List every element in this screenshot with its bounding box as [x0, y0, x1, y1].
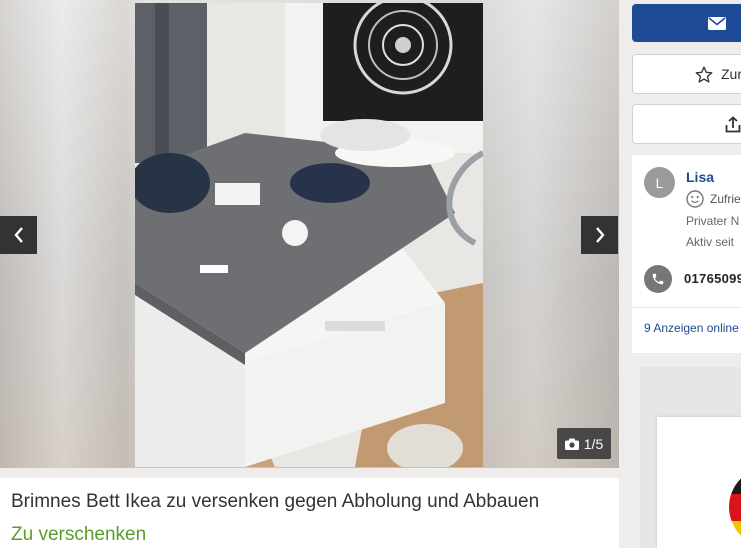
camera-icon	[564, 438, 579, 450]
seller-rating-text: Zufrie	[710, 192, 741, 206]
phone-icon	[644, 265, 672, 293]
save-to-watchlist-button[interactable]: Zur	[632, 54, 741, 94]
save-button-label: Zur	[721, 66, 741, 82]
share-button[interactable]	[632, 104, 741, 144]
seller-phone-number[interactable]: 01765099	[684, 271, 741, 286]
listing-photo[interactable]	[135, 3, 483, 467]
seller-active-since: Aktiv seit	[686, 235, 735, 249]
previous-image-button[interactable]	[0, 216, 37, 254]
chevron-left-icon	[13, 227, 23, 243]
seller-rating: Zufrie	[686, 190, 741, 208]
chevron-right-icon	[595, 227, 605, 243]
image-counter[interactable]: 1/5	[557, 428, 611, 459]
avatar[interactable]: L	[644, 167, 675, 198]
smiley-icon	[686, 190, 704, 208]
star-icon	[695, 65, 713, 83]
divider	[632, 307, 741, 308]
envelope-icon	[708, 16, 726, 30]
contact-button[interactable]	[632, 4, 741, 42]
seller-name-link[interactable]: Lisa	[686, 169, 714, 185]
seller-type: Privater N	[686, 214, 740, 228]
germany-flag-icon	[729, 467, 741, 547]
next-image-button[interactable]	[581, 216, 618, 254]
image-gallery: 1/5	[0, 0, 619, 468]
ad-price: Zu verschenken	[11, 524, 147, 545]
advertisement-banner[interactable]	[657, 417, 741, 548]
seller-ads-link[interactable]: 9 Anzeigen online	[644, 321, 739, 335]
ad-title: Brimnes Bett Ikea zu versenken gegen Abh…	[11, 491, 540, 512]
ad-title-card: Brimnes Bett Ikea zu versenken gegen Abh…	[0, 478, 619, 548]
image-counter-text: 1/5	[583, 435, 604, 452]
share-icon	[725, 115, 741, 132]
seller-card: L Lisa Zufrie Privater N Aktiv seit 0176…	[632, 155, 741, 353]
